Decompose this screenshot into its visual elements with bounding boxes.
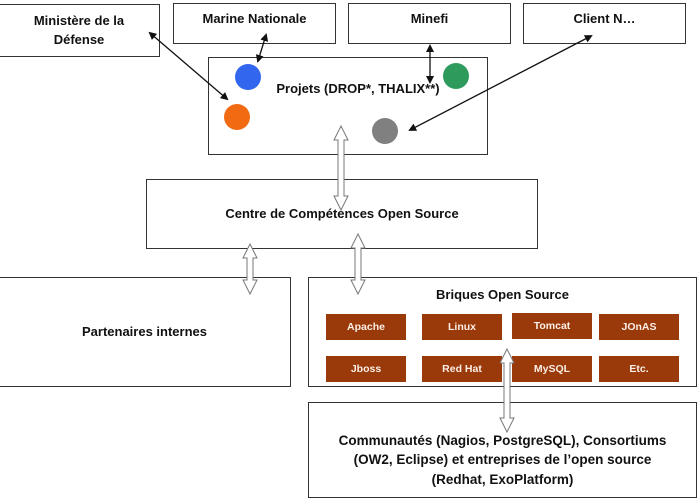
brick-jboss: Jboss: [326, 356, 406, 382]
internal-partners-label: Partenaires internes: [81, 323, 207, 339]
client-box-minefi: Minefi: [348, 3, 511, 44]
projects-label: Projets (DROP*, THALIX**): [276, 81, 440, 96]
brick-label: JOnAS: [621, 321, 657, 333]
brick-label: Tomcat: [533, 320, 571, 332]
brick-etc: Etc.: [599, 356, 679, 382]
client-box-client-n: Client N…: [523, 3, 686, 44]
brick-mysql: MySQL: [512, 356, 592, 382]
brick-label: Etc.: [629, 363, 649, 375]
communities-box: Communautés (Nagios, PostgreSQL), Consor…: [308, 402, 697, 498]
brick-jonas: JOnAS: [599, 314, 679, 340]
communities-line: (Redhat, ExoPlatform): [431, 471, 574, 487]
project-dot-gray: [372, 118, 398, 144]
communities-line: Communautés (Nagios, PostgreSQL), Consor…: [338, 432, 667, 448]
brick-apache: Apache: [326, 314, 406, 340]
client-label: Client N…: [573, 11, 636, 26]
competence-center-box: Centre de Compétences Open Source: [146, 179, 538, 249]
competence-center-label: Centre de Compétences Open Source: [225, 205, 459, 221]
brick-label: Linux: [448, 321, 476, 333]
client-box-marine-nationale: Marine Nationale: [173, 3, 336, 44]
brick-linux: Linux: [422, 314, 502, 340]
project-dot-blue: [235, 64, 261, 90]
client-label: Ministère de la Défense: [33, 12, 125, 47]
bricks-title: Briques Open Source: [436, 287, 569, 302]
internal-partners-box: Partenaires internes: [0, 277, 291, 387]
communities-line: (OW2, Eclipse) et entreprises de l’open …: [353, 452, 652, 468]
project-dot-orange: [224, 104, 250, 130]
client-label: Minefi: [410, 11, 449, 26]
project-dot-green: [443, 63, 469, 89]
client-box-ministere-defense: Ministère de la Défense: [0, 4, 160, 57]
client-label: Marine Nationale: [202, 11, 307, 26]
brick-label: Apache: [347, 321, 385, 333]
brick-tomcat: Tomcat: [512, 313, 592, 339]
brick-label: Red Hat: [442, 363, 482, 375]
brick-label: Jboss: [350, 363, 382, 375]
brick-redhat: Red Hat: [422, 356, 502, 382]
brick-label: MySQL: [533, 363, 571, 375]
